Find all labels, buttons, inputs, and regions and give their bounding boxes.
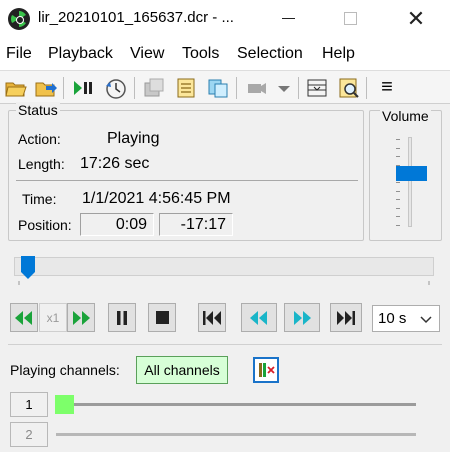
maximize-button[interactable] xyxy=(327,0,373,38)
menu-tools[interactable]: Tools xyxy=(182,45,219,63)
action-label: Action: xyxy=(18,131,61,147)
rewind-green-icon xyxy=(15,310,32,325)
faster-button[interactable] xyxy=(67,303,95,332)
stop-icon xyxy=(155,311,169,324)
skip-to-start-icon xyxy=(203,310,221,325)
channel-2-track[interactable] xyxy=(56,433,416,436)
close-icon: ✕ xyxy=(406,6,426,31)
open-folder-icon[interactable] xyxy=(4,76,28,100)
go-to-start-button[interactable] xyxy=(198,303,226,332)
notes-icon[interactable] xyxy=(174,76,198,100)
chevron-down-icon xyxy=(420,316,432,324)
playback-position-ticks xyxy=(18,281,430,285)
toolbar-separator xyxy=(134,77,135,99)
playback-position-track[interactable] xyxy=(14,257,434,276)
volume-tick xyxy=(396,216,400,218)
preview-icon[interactable] xyxy=(337,76,361,100)
step-back-icon xyxy=(250,310,267,325)
channel-1-marker[interactable] xyxy=(55,395,74,414)
time-label: Time: xyxy=(22,191,57,207)
title-bar: lir_20210101_165637.dcr - ... ✕ xyxy=(0,0,450,38)
remaining-field: -17:17 xyxy=(159,213,233,236)
stop-button[interactable] xyxy=(148,303,176,332)
step-backward-button[interactable] xyxy=(241,303,277,332)
step-forward-button[interactable] xyxy=(284,303,320,332)
window-title: lir_20210101_165637.dcr - ... xyxy=(38,9,234,26)
clear-channels-button[interactable] xyxy=(253,357,279,383)
fast-forward-green-icon xyxy=(73,310,90,325)
position-field: 0:09 xyxy=(80,213,154,236)
length-label: Length: xyxy=(18,156,65,172)
copy-icon[interactable] xyxy=(206,76,230,100)
volume-slider-track[interactable] xyxy=(408,137,412,227)
app-logo-icon xyxy=(8,8,30,30)
action-value: Playing xyxy=(107,130,160,147)
go-to-end-button[interactable] xyxy=(330,303,362,332)
menu-bar: File Playback View Tools Selection Help xyxy=(0,38,450,70)
maximize-icon xyxy=(343,12,357,25)
toolbar-separator xyxy=(366,77,367,99)
menu-selection[interactable]: Selection xyxy=(237,45,303,63)
toolbar-separator xyxy=(298,77,299,99)
slower-button[interactable] xyxy=(10,303,38,332)
step-size-select[interactable]: 10 s xyxy=(372,305,440,332)
step-size-value: 10 s xyxy=(378,310,407,327)
volume-tick xyxy=(396,139,400,140)
properties-icon[interactable] xyxy=(142,76,166,100)
status-divider xyxy=(16,180,358,181)
section-divider xyxy=(8,344,442,345)
export-icon[interactable] xyxy=(34,76,58,100)
pause-icon xyxy=(117,310,127,325)
channel-1-track[interactable] xyxy=(56,403,416,406)
status-group-title: Status xyxy=(16,102,60,118)
pause-button[interactable] xyxy=(108,303,136,332)
channels-clear-icon xyxy=(259,363,275,377)
camera-dropdown-icon[interactable] xyxy=(272,76,296,100)
step-forward-icon xyxy=(294,310,311,325)
volume-tick xyxy=(396,199,400,201)
volume-tick xyxy=(396,190,400,192)
all-channels-button[interactable]: All channels xyxy=(136,356,228,384)
playing-channels-label: Playing channels: xyxy=(10,362,120,378)
position-label: Position: xyxy=(18,217,72,233)
minimize-button[interactable] xyxy=(265,0,311,38)
volume-slider-thumb[interactable] xyxy=(396,165,427,181)
channel-2-button[interactable]: 2 xyxy=(10,422,48,447)
volume-title: Volume xyxy=(380,108,431,124)
volume-tick xyxy=(396,207,400,209)
close-button[interactable]: ✕ xyxy=(393,0,439,38)
play-pause-icon[interactable] xyxy=(70,76,94,100)
toolbar-separator xyxy=(236,77,237,99)
speed-indicator: x1 xyxy=(39,303,67,332)
channel-1-button[interactable]: 1 xyxy=(10,392,48,417)
time-sync-icon[interactable] xyxy=(103,76,127,100)
camera-icon[interactable] xyxy=(245,76,269,100)
minimize-icon xyxy=(281,18,295,19)
menu-playback[interactable]: Playback xyxy=(48,45,113,63)
menu-icon[interactable]: ≡ xyxy=(375,76,399,100)
playback-position-thumb[interactable] xyxy=(20,255,36,280)
volume-tick xyxy=(396,156,400,158)
layout-icon[interactable] xyxy=(305,76,329,100)
menu-help[interactable]: Help xyxy=(322,45,355,63)
volume-tick xyxy=(396,147,400,149)
length-value: 17:26 sec xyxy=(80,155,150,172)
menu-view[interactable]: View xyxy=(130,45,164,63)
toolbar: ≡ xyxy=(0,70,450,104)
volume-tick xyxy=(396,182,400,183)
time-value: 1/1/2021 4:56:45 PM xyxy=(82,190,231,207)
menu-file[interactable]: File xyxy=(6,45,32,63)
volume-tick xyxy=(396,225,400,226)
skip-to-end-icon xyxy=(337,310,355,325)
toolbar-separator xyxy=(63,77,64,99)
